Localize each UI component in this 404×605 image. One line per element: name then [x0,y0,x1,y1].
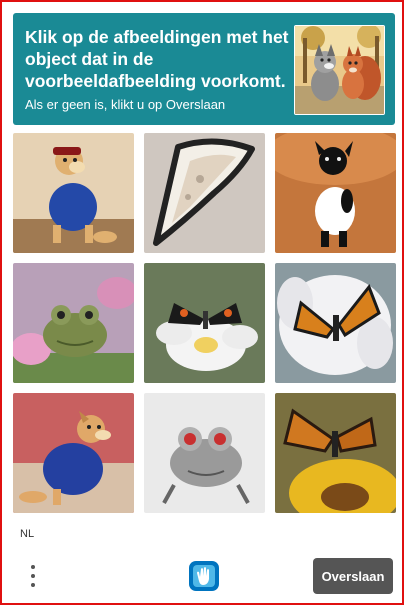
grid-tile-6[interactable] [275,263,396,383]
grid-tile-9[interactable] [275,393,396,513]
grid-tile-4[interactable] [13,263,134,383]
grid-tile-7[interactable] [13,393,134,513]
grid-tile-5[interactable] [144,263,265,383]
grid-tile-3[interactable] [275,133,396,253]
grid-tile-1[interactable] [13,133,134,253]
vertical-dots-icon[interactable] [24,562,42,590]
prompt-header: Klik op de afbeeldingen met het object d… [13,13,395,125]
grid-tile-2[interactable] [144,133,265,253]
grid-tile-8[interactable] [144,393,265,513]
language-label: NL [20,528,35,540]
example-image [294,25,385,115]
hcaptcha-logo-icon[interactable] [187,559,221,593]
skip-button[interactable]: Overslaan [313,558,393,594]
captcha-frame: Klik op de afbeeldingen met het object d… [0,0,404,605]
prompt-subtitle: Als er geen is, klikt u op Overslaan [25,97,226,112]
prompt-title: Klik op de afbeeldingen met het object d… [25,27,289,91]
image-grid [13,133,396,517]
